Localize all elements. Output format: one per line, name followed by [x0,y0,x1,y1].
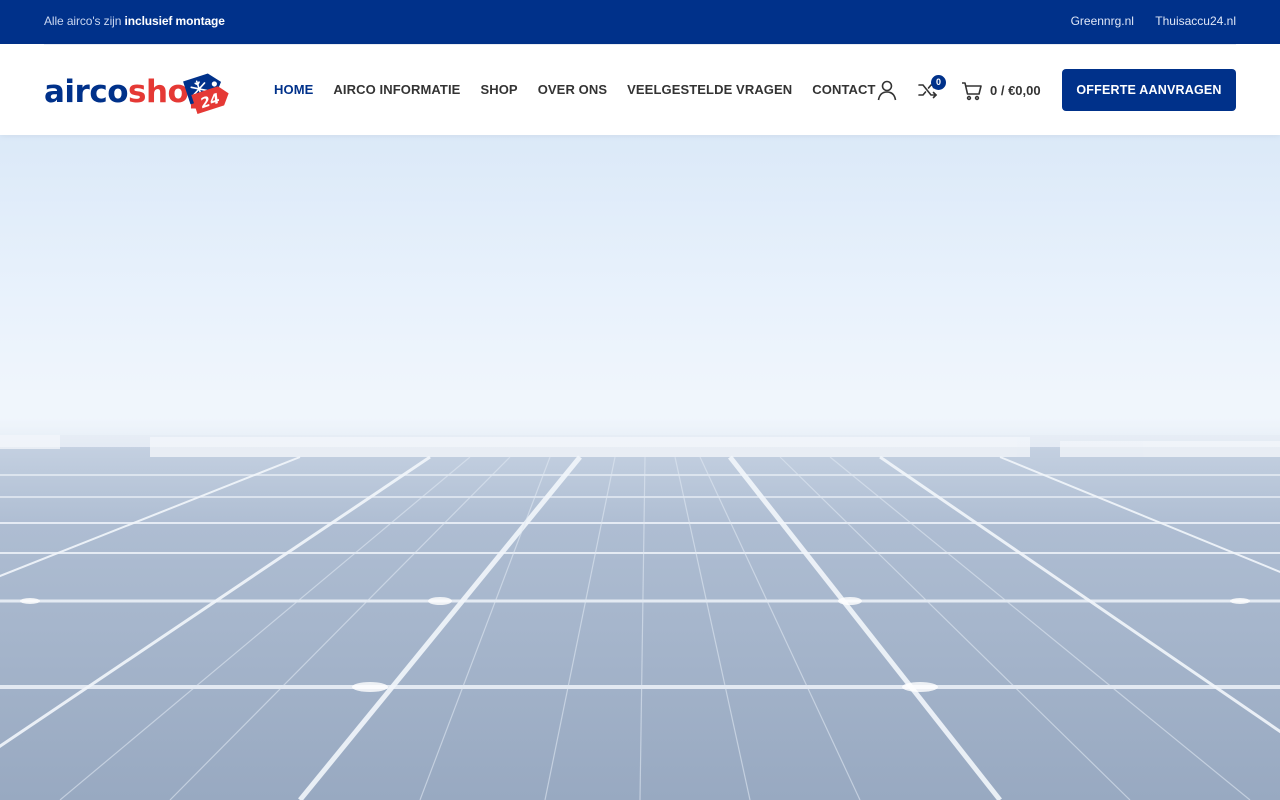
nav-shop[interactable]: SHOP [480,82,517,97]
hero-image [0,135,1280,800]
main-nav: HOME AIRCO INFORMATIE SHOP OVER ONS VEEL… [274,82,896,97]
promo-prefix: Alle airco's zijn [44,14,122,28]
solar-panel-image [0,390,1280,800]
header-divider [44,44,1236,45]
nav-over-ons[interactable]: OVER ONS [538,82,607,97]
snowflake-tag-icon: 24 [183,73,229,114]
site-header: aircoshop 24 HOME AIRCO INFORMATIE SHOP … [0,44,1280,135]
top-bar: Alle airco's zijn inclusief montage Gree… [0,0,1280,44]
link-thuisaccu24[interactable]: Thuisaccu24.nl [1155,14,1236,28]
nav-veelgestelde-vragen[interactable]: VEELGESTELDE VRAGEN [627,82,792,97]
nav-contact[interactable]: CONTACT [812,82,875,97]
link-greennrg[interactable]: Greennrg.nl [1071,14,1134,28]
nav-home[interactable]: HOME [274,82,313,97]
logo[interactable]: aircoshop 24 [44,64,229,118]
promo-text: Alle airco's zijn inclusief montage [44,14,225,28]
logo-part-airco: airco [44,74,129,110]
promo-bold: inclusief montage [124,14,225,28]
top-links: Greennrg.nl Thuisaccu24.nl [1053,14,1236,28]
cart-icon[interactable] [960,78,984,102]
cart-total[interactable]: 0 / €0,00 [990,83,1041,98]
compare-count-badge: 0 [931,75,946,90]
nav-airco-informatie[interactable]: AIRCO INFORMATIE [333,82,460,97]
offerte-aanvragen-button[interactable]: OFFERTE AANVRAGEN [1062,69,1236,111]
user-icon[interactable] [875,78,899,102]
